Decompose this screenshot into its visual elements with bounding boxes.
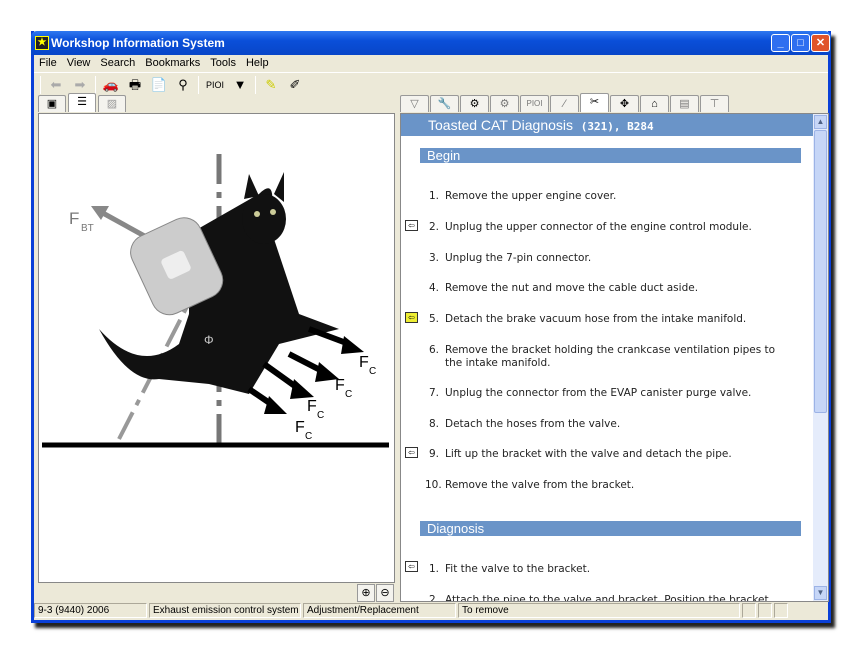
tab-document[interactable]: ☰ [68, 93, 96, 112]
menu-bar: File View Search Bookmarks Tools Help [34, 55, 828, 71]
reference-link-icon[interactable]: ⇦ [405, 312, 418, 323]
list-item: 7. Unplug the connector from the EVAP can… [428, 387, 752, 399]
resize-grip[interactable] [790, 603, 808, 618]
tab-gears[interactable]: ⚙ [460, 95, 489, 112]
back-arrow-icon[interactable]: ⬅ [47, 76, 65, 94]
toolbar: ⬅ ➡ 🚗 🖶 📄 ⚲ PIOI ▼ ✎ ✐ [34, 72, 828, 96]
tab-pioi[interactable]: PIOI [520, 95, 549, 112]
document-pane: Toasted CAT Diagnosis (321), B284 Begin … [400, 113, 829, 602]
force-bt-label: F [69, 209, 79, 228]
app-window: ★ Workshop Information System _ □ ✕ File… [31, 31, 831, 623]
section-header-begin: Begin [420, 148, 801, 163]
cat-toast-illustration: F BT FC FC FC FC Φ [42, 154, 389, 448]
reference-link-icon[interactable]: ⇦ [405, 220, 418, 231]
cat-head [242, 194, 286, 244]
binoculars-icon[interactable]: ⚲ [174, 76, 192, 94]
status-indicator [774, 603, 788, 618]
car-icon[interactable]: 🚗 [102, 76, 120, 94]
reference-link-icon[interactable]: ⇦ [405, 561, 418, 572]
list-item: 3. Unplug the 7-pin connector. [428, 252, 592, 264]
section-header-diagnosis: Diagnosis [420, 521, 801, 536]
force-c-subscript: C [305, 431, 312, 442]
menu-search[interactable]: Search [100, 55, 135, 71]
scroll-down-button[interactable]: ▼ [814, 586, 827, 600]
force-c-label: F [295, 419, 305, 436]
force-c-label: F [307, 398, 317, 415]
angle-phi-label: Φ [204, 333, 214, 347]
illustration-pane: F BT FC FC FC FC Φ [38, 113, 395, 583]
scroll-thumb[interactable] [814, 130, 827, 413]
maximize-button[interactable]: □ [791, 34, 810, 52]
note-icon[interactable]: ✐ [286, 76, 304, 94]
minimize-button[interactable]: _ [771, 34, 790, 52]
save-document-icon[interactable]: 📄 [150, 76, 168, 94]
list-item: 10. Remove the valve from the bracket. [425, 479, 635, 491]
toolbar-separator [95, 75, 96, 94]
status-stage: To remove [458, 603, 740, 618]
tab-adjust[interactable]: ⌂ [640, 95, 669, 112]
reference-link-icon[interactable]: ⇦ [405, 447, 418, 458]
status-indicator [758, 603, 772, 618]
list-item: 4. Remove the nut and move the cable duct… [428, 282, 699, 294]
force-c-subscript: C [369, 366, 376, 377]
tab-overview[interactable]: ▽ [400, 95, 429, 112]
list-item: 6. Remove the bracket holding the crankca… [428, 344, 776, 369]
tab-image[interactable]: ▨ [98, 95, 126, 112]
list-item: 2. Attach the pipe to the valve and brack… [428, 594, 769, 602]
status-system: Exhaust emission control system [149, 603, 301, 618]
title-bar: ★ Workshop Information System _ □ ✕ [31, 31, 831, 55]
document-title: Toasted CAT Diagnosis (321), B284 [401, 114, 814, 136]
toolbar-separator [255, 75, 256, 94]
list-item: 1. Remove the upper engine cover. [428, 190, 617, 202]
zoom-controls: ⊕ ⊖ [38, 583, 395, 603]
list-item: 1. Fit the valve to the bracket. [428, 563, 591, 575]
force-c-subscript: C [317, 410, 324, 421]
tab-move[interactable]: ✥ [610, 95, 639, 112]
tab-shirt[interactable]: ⊤ [700, 95, 729, 112]
close-button[interactable]: ✕ [811, 34, 830, 52]
force-c-label: F [359, 354, 369, 371]
vertical-scrollbar[interactable]: ▲ ▼ [813, 114, 828, 601]
document-code: (321), B284 [580, 120, 654, 133]
zoom-out-button[interactable]: ⊖ [376, 584, 394, 602]
list-item: 8. Detach the hoses from the valve. [428, 418, 621, 430]
tab-display[interactable]: ▤ [670, 95, 699, 112]
highlighter-icon[interactable]: ✎ [262, 76, 280, 94]
list-item: 9. Lift up the bracket with the valve and… [428, 448, 732, 460]
app-icon: ★ [35, 36, 49, 50]
list-item: 2. Unplug the upper connector of the engi… [428, 221, 752, 233]
status-bar: 9-3 (9440) 2006 Exhaust emission control… [34, 603, 828, 619]
document-title-text: Toasted CAT Diagnosis [428, 117, 573, 133]
menu-tools[interactable]: Tools [210, 55, 236, 71]
status-operation: Adjustment/Replacement [303, 603, 456, 618]
diagnostic-tool-icon[interactable]: ▼ [231, 76, 249, 94]
forward-arrow-icon[interactable]: ➡ [71, 76, 89, 94]
force-c-subscript: C [345, 389, 352, 400]
force-bt-subscript: BT [81, 223, 94, 234]
tab-tree[interactable]: ▣ [38, 95, 66, 112]
left-tabs: ▣ ☰ ▨ [38, 93, 126, 113]
toolbar-separator [198, 75, 199, 94]
status-vehicle: 9-3 (9440) 2006 [34, 603, 147, 618]
tab-wrench[interactable]: 🔧 [430, 95, 459, 112]
tab-tool[interactable]: ⁄ [550, 95, 579, 112]
list-item: 5. Detach the brake vacuum hose from the … [428, 313, 747, 325]
tab-component[interactable]: ⚙ [490, 95, 519, 112]
menu-bookmarks[interactable]: Bookmarks [145, 55, 200, 71]
scroll-up-button[interactable]: ▲ [814, 115, 827, 129]
menu-view[interactable]: View [67, 55, 91, 71]
force-c-label: F [335, 377, 345, 394]
menu-help[interactable]: Help [246, 55, 269, 71]
zoom-in-button[interactable]: ⊕ [357, 584, 375, 602]
right-tabs: ▽ 🔧 ⚙ ⚙ PIOI ⁄ ✂ ✥ ⌂ ▤ ⊤ [400, 93, 729, 113]
printer-icon[interactable]: 🖶 [126, 76, 144, 94]
status-indicator [742, 603, 756, 618]
menu-file[interactable]: File [39, 55, 57, 71]
toolbar-separator [40, 75, 41, 94]
tab-repair[interactable]: ✂ [580, 93, 609, 112]
pioi-button[interactable]: PIOI [205, 76, 225, 94]
window-title: Workshop Information System [51, 36, 225, 50]
